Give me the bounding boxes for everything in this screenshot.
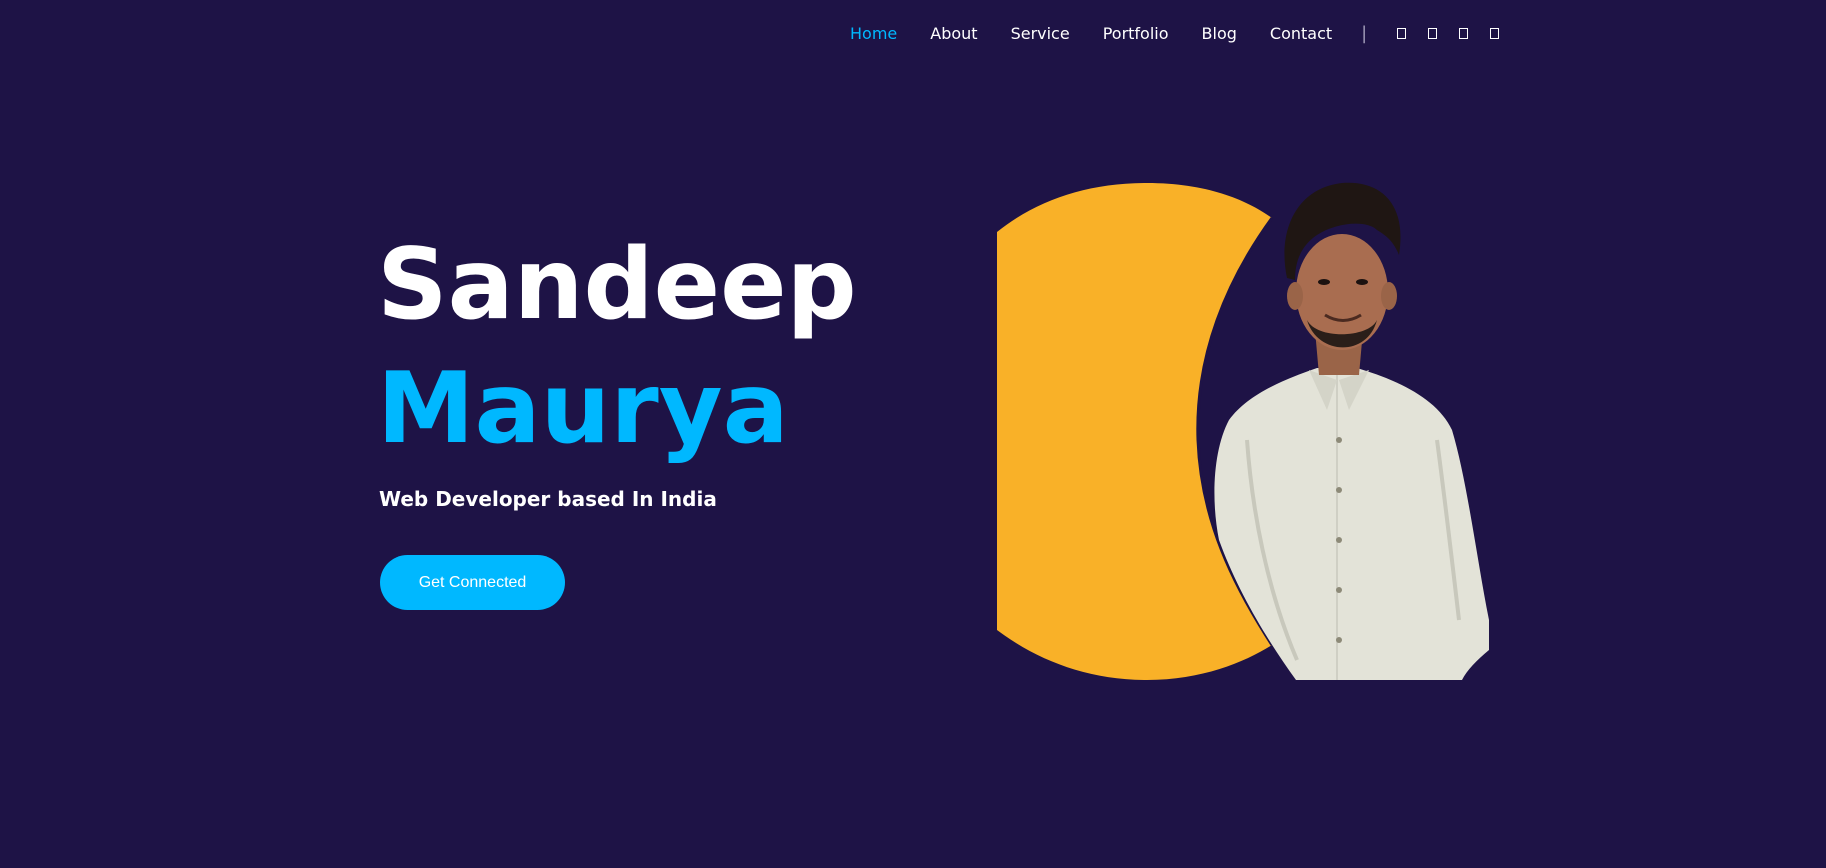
social-icon-3[interactable] bbox=[1455, 25, 1471, 41]
missing-glyph-icon bbox=[1489, 27, 1499, 39]
nav-contact[interactable]: Contact bbox=[1270, 24, 1332, 43]
hero-illustration bbox=[997, 182, 1489, 680]
hero-first-name: Sandeep bbox=[377, 228, 857, 342]
missing-glyph-icon bbox=[1396, 27, 1406, 39]
social-icon-1[interactable] bbox=[1393, 25, 1409, 41]
nav-separator: | bbox=[1361, 22, 1368, 44]
portrait-photo bbox=[1214, 182, 1489, 680]
hero-last-name: Maurya bbox=[377, 352, 789, 466]
main-nav: Home About Service Portfolio Blog Contac… bbox=[850, 20, 1517, 46]
nav-about[interactable]: About bbox=[930, 24, 977, 43]
missing-glyph-icon bbox=[1458, 27, 1468, 39]
hero-visual bbox=[997, 180, 1492, 682]
nav-blog[interactable]: Blog bbox=[1202, 24, 1237, 43]
social-icon-2[interactable] bbox=[1424, 25, 1440, 41]
missing-glyph-icon bbox=[1427, 27, 1437, 39]
hero-tagline: Web Developer based In India bbox=[379, 487, 717, 511]
social-icon-4[interactable] bbox=[1486, 25, 1502, 41]
nav-service[interactable]: Service bbox=[1011, 24, 1070, 43]
nav-home[interactable]: Home bbox=[850, 24, 897, 43]
get-connected-button[interactable]: Get Connected bbox=[380, 555, 565, 610]
nav-portfolio[interactable]: Portfolio bbox=[1103, 24, 1169, 43]
